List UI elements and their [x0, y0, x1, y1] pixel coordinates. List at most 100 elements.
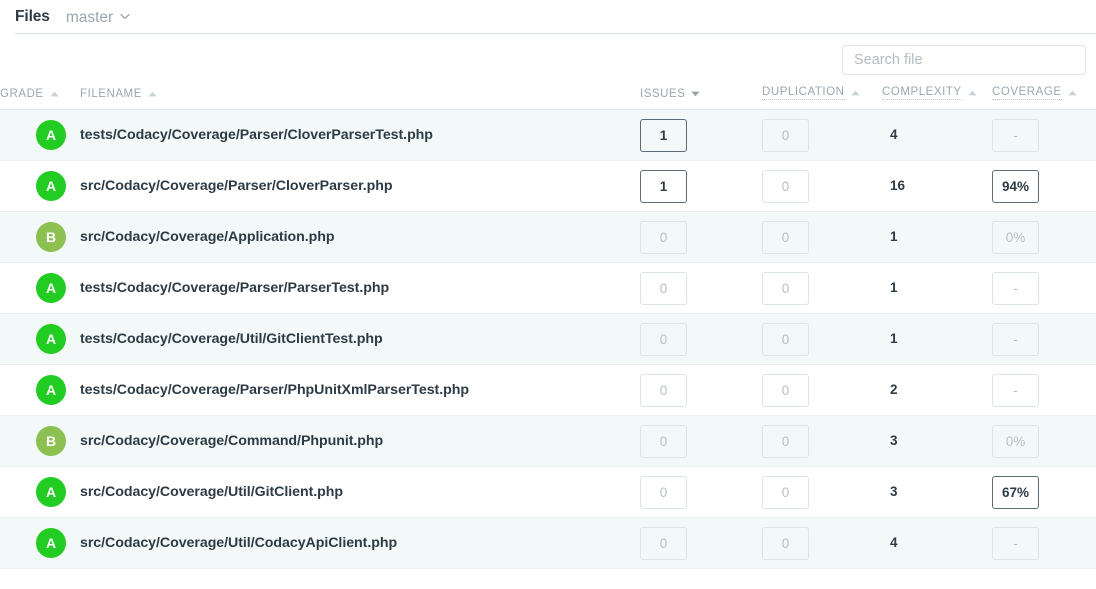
column-header-filename[interactable]: FILENAME [80, 86, 640, 110]
issues-badge[interactable]: 0 [640, 221, 687, 254]
complexity-value: 1 [882, 280, 898, 295]
column-header-issues-label: ISSUES [640, 88, 685, 100]
coverage-badge[interactable]: - [992, 323, 1039, 356]
coverage-badge[interactable]: 67% [992, 476, 1039, 509]
coverage-badge[interactable]: 0% [992, 425, 1039, 458]
search-input[interactable] [842, 45, 1086, 75]
cell-filename: src/Codacy/Coverage/Util/CodacyApiClient… [80, 518, 640, 569]
file-link[interactable]: src/Codacy/Coverage/Application.php [80, 229, 334, 245]
cell-coverage: - [992, 365, 1096, 416]
coverage-badge[interactable]: - [992, 272, 1039, 305]
issues-badge[interactable]: 0 [640, 374, 687, 407]
complexity-value: 2 [882, 382, 898, 397]
column-header-duplication[interactable]: DUPLICATION [762, 86, 882, 110]
cell-grade: B [0, 212, 80, 263]
cell-coverage: 0% [992, 416, 1096, 467]
cell-filename: tests/Codacy/Coverage/Parser/PhpUnitXmlP… [80, 365, 640, 416]
sort-desc-icon [691, 91, 700, 97]
duplication-badge[interactable]: 0 [762, 476, 809, 509]
column-header-complexity-label: COMPLEXITY [882, 86, 962, 100]
table-row[interactable]: Asrc/Codacy/Coverage/Util/GitClient.php 0… [0, 467, 1096, 518]
file-link[interactable]: tests/Codacy/Coverage/Parser/CloverParse… [80, 127, 433, 143]
column-header-coverage[interactable]: COVERAGE [992, 86, 1096, 110]
cell-grade: A [0, 314, 80, 365]
search-row [0, 34, 1096, 86]
grade-badge: A [36, 171, 66, 201]
column-header-issues[interactable]: ISSUES [640, 86, 762, 110]
coverage-badge[interactable]: 94% [992, 170, 1039, 203]
cell-complexity: 3 [882, 416, 992, 467]
cell-duplication: 0 [762, 161, 882, 212]
duplication-badge[interactable]: 0 [762, 272, 809, 305]
file-link[interactable]: src/Codacy/Coverage/Command/Phpunit.php [80, 433, 383, 449]
duplication-badge[interactable]: 0 [762, 425, 809, 458]
duplication-badge[interactable]: 0 [762, 323, 809, 356]
cell-issues: 0 [640, 212, 762, 263]
table-row[interactable]: Bsrc/Codacy/Coverage/Command/Phpunit.php… [0, 416, 1096, 467]
issues-badge[interactable]: 0 [640, 476, 687, 509]
cell-complexity: 1 [882, 212, 992, 263]
column-header-coverage-label: COVERAGE [992, 86, 1062, 100]
duplication-badge[interactable]: 0 [762, 527, 809, 560]
duplication-badge[interactable]: 0 [762, 170, 809, 203]
column-header-grade-label: GRADE [0, 88, 44, 100]
table-row[interactable]: Bsrc/Codacy/Coverage/Application.php 0 0 10… [0, 212, 1096, 263]
branch-selector[interactable]: master [66, 9, 129, 27]
duplication-badge[interactable]: 0 [762, 374, 809, 407]
table-row[interactable]: Atests/Codacy/Coverage/Parser/ParserTest… [0, 263, 1096, 314]
table-row[interactable]: Atests/Codacy/Coverage/Parser/CloverPars… [0, 110, 1096, 161]
cell-coverage: - [992, 110, 1096, 161]
cell-coverage: 0% [992, 212, 1096, 263]
sort-asc-icon [1068, 90, 1077, 96]
cell-grade: A [0, 518, 80, 569]
cell-issues: 0 [640, 467, 762, 518]
coverage-badge[interactable]: 0% [992, 221, 1039, 254]
cell-duplication: 0 [762, 365, 882, 416]
file-link[interactable]: tests/Codacy/Coverage/Parser/ParserTest.… [80, 280, 389, 296]
cell-coverage: - [992, 263, 1096, 314]
table-row[interactable]: Asrc/Codacy/Coverage/Util/CodacyApiClien… [0, 518, 1096, 569]
issues-badge[interactable]: 1 [640, 170, 687, 203]
sort-asc-icon [851, 90, 860, 96]
page-title: Files [15, 8, 50, 26]
cell-complexity: 1 [882, 263, 992, 314]
cell-complexity: 1 [882, 314, 992, 365]
issues-badge[interactable]: 0 [640, 425, 687, 458]
complexity-value: 1 [882, 331, 898, 346]
complexity-value: 3 [882, 484, 898, 499]
table-row[interactable]: Atests/Codacy/Coverage/Parser/PhpUnitXml… [0, 365, 1096, 416]
coverage-badge[interactable]: - [992, 374, 1039, 407]
file-link[interactable]: tests/Codacy/Coverage/Util/GitClientTest… [80, 331, 383, 347]
issues-badge[interactable]: 1 [640, 119, 687, 152]
column-header-duplication-label: DUPLICATION [762, 86, 845, 100]
column-header-grade[interactable]: GRADE [0, 86, 80, 110]
complexity-value: 4 [882, 535, 898, 550]
issues-badge[interactable]: 0 [640, 527, 687, 560]
files-table: GRADE FILENAME [0, 86, 1096, 569]
coverage-badge[interactable]: - [992, 119, 1039, 152]
table-body: Atests/Codacy/Coverage/Parser/CloverPars… [0, 110, 1096, 569]
cell-filename: src/Codacy/Coverage/Command/Phpunit.php [80, 416, 640, 467]
duplication-badge[interactable]: 0 [762, 119, 809, 152]
table-row[interactable]: Asrc/Codacy/Coverage/Parser/CloverParser… [0, 161, 1096, 212]
cell-filename: src/Codacy/Coverage/Application.php [80, 212, 640, 263]
cell-duplication: 0 [762, 467, 882, 518]
cell-duplication: 0 [762, 314, 882, 365]
grade-badge: A [36, 273, 66, 303]
file-link[interactable]: tests/Codacy/Coverage/Parser/PhpUnitXmlP… [80, 382, 469, 398]
file-link[interactable]: src/Codacy/Coverage/Parser/CloverParser.… [80, 178, 393, 194]
branch-name-label: master [66, 9, 113, 27]
column-header-complexity[interactable]: COMPLEXITY [882, 86, 992, 110]
cell-duplication: 0 [762, 212, 882, 263]
file-link[interactable]: src/Codacy/Coverage/Util/GitClient.php [80, 484, 343, 500]
file-link[interactable]: src/Codacy/Coverage/Util/CodacyApiClient… [80, 535, 397, 551]
table-row[interactable]: Atests/Codacy/Coverage/Util/GitClientTes… [0, 314, 1096, 365]
grade-badge: A [36, 477, 66, 507]
cell-grade: B [0, 416, 80, 467]
duplication-badge[interactable]: 0 [762, 221, 809, 254]
coverage-badge[interactable]: - [992, 527, 1039, 560]
cell-issues: 0 [640, 365, 762, 416]
grade-badge: A [36, 528, 66, 558]
issues-badge[interactable]: 0 [640, 323, 687, 356]
issues-badge[interactable]: 0 [640, 272, 687, 305]
